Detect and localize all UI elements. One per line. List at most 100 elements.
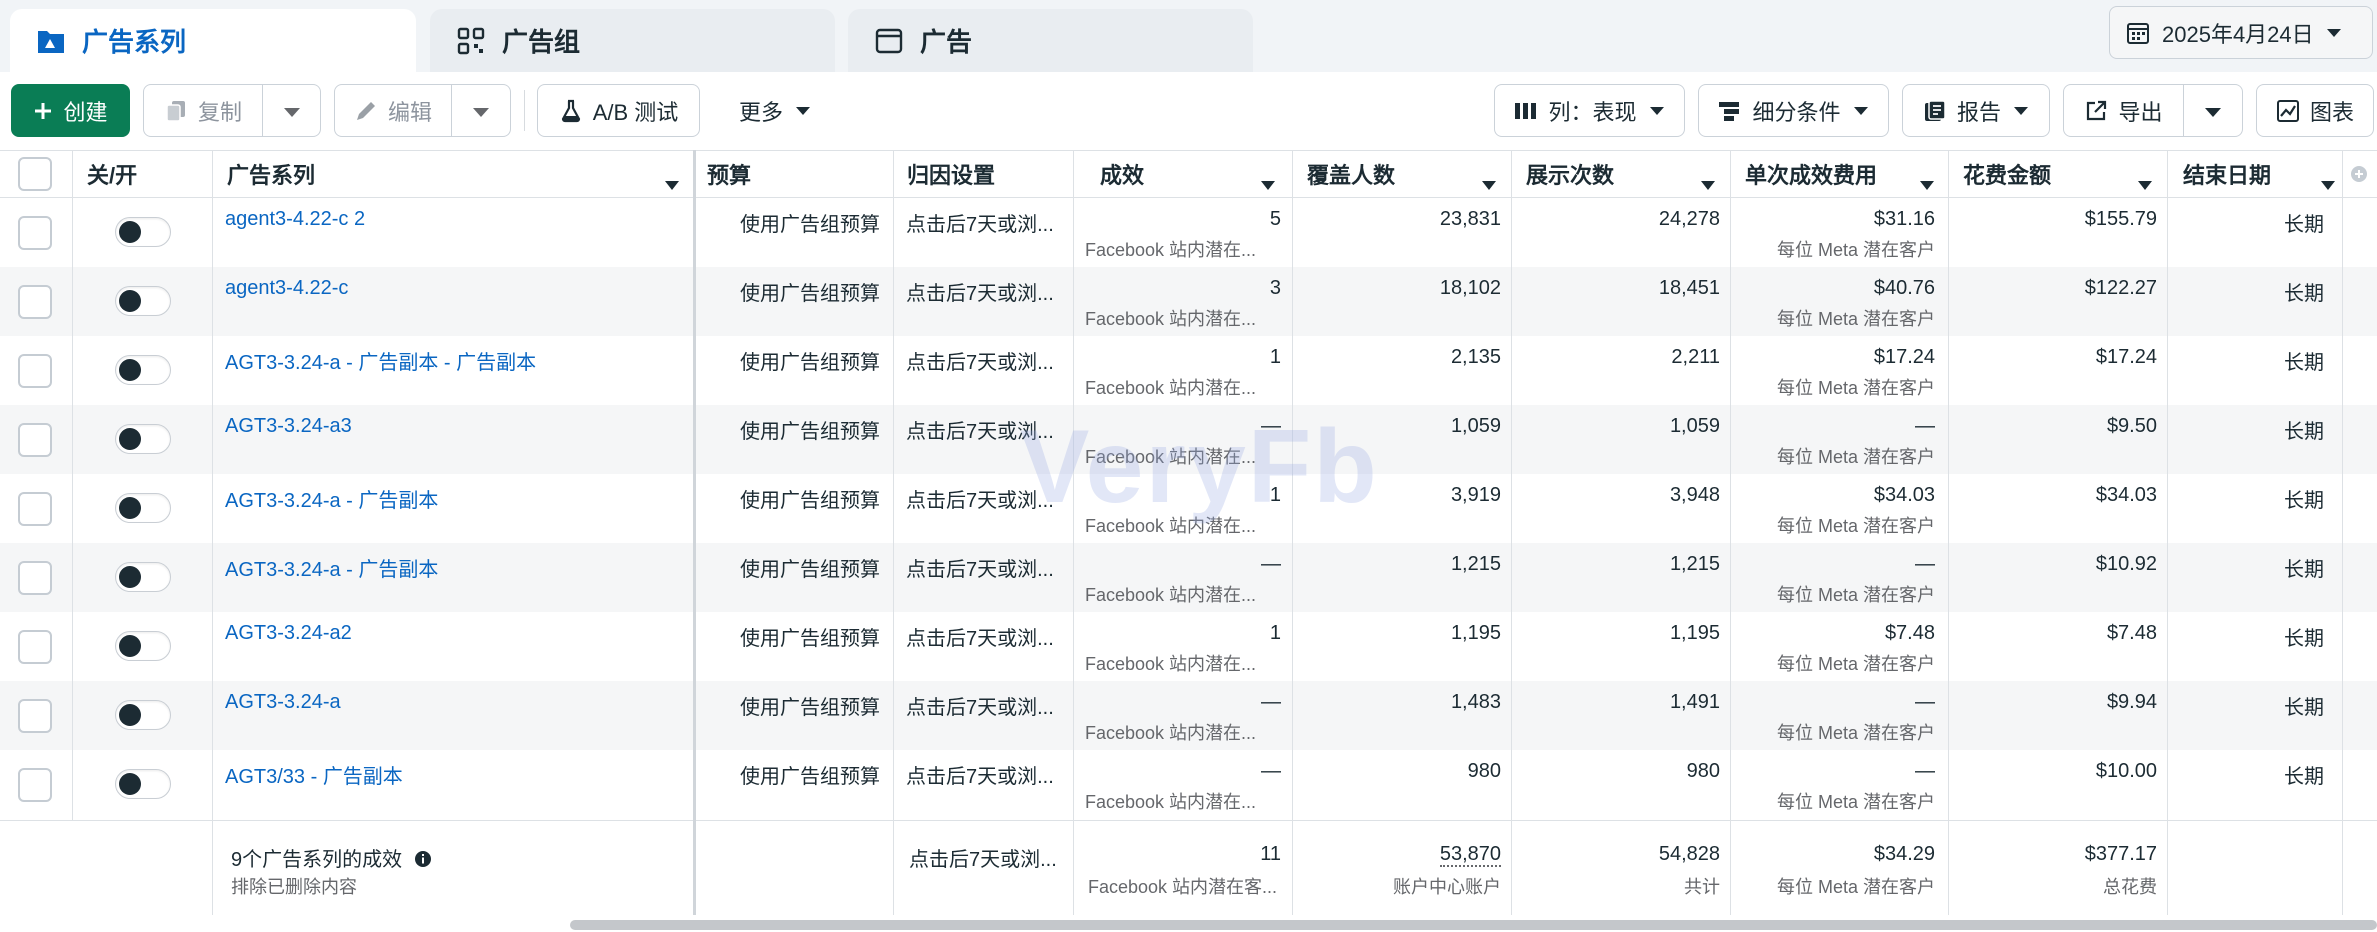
results-cell: 1: [1269, 346, 1281, 368]
select-all-checkbox[interactable]: [18, 157, 52, 191]
row-checkbox[interactable]: [18, 354, 52, 388]
header-results[interactable]: 成效: [1100, 150, 1289, 198]
campaign-toggle[interactable]: [115, 769, 171, 799]
columns-button[interactable]: 列：表现: [1494, 84, 1685, 137]
column-divider: [1948, 150, 1949, 915]
campaign-name-link[interactable]: agent3-4.22-c 2: [225, 208, 365, 231]
row-checkbox[interactable]: [18, 216, 52, 250]
header-toggle[interactable]: 关/开: [87, 150, 207, 198]
tab-campaigns[interactable]: 广告系列: [10, 9, 416, 72]
row-checkbox[interactable]: [18, 768, 52, 802]
header-reach[interactable]: 覆盖人数: [1307, 150, 1510, 198]
calendar-icon: [2126, 21, 2150, 45]
summary-reach-sub: 账户中心账户: [1393, 877, 1501, 897]
campaign-name-link[interactable]: AGT3-3.24-a3: [225, 415, 352, 438]
row-checkbox[interactable]: [18, 492, 52, 526]
campaign-toggle[interactable]: [115, 217, 171, 247]
summary-reach-value[interactable]: 53,870: [1439, 843, 1501, 867]
header-impressions[interactable]: 展示次数: [1526, 150, 1729, 198]
impressions-cell: 1,215: [1669, 553, 1720, 575]
attribution-cell: 点击后7天或浏...: [906, 352, 1054, 374]
header-top-border: [0, 150, 2377, 151]
create-button[interactable]: 创建: [11, 84, 130, 137]
amount-spent-cell: $9.50: [2106, 415, 2157, 437]
campaign-toggle[interactable]: [115, 286, 171, 316]
campaign-toggle[interactable]: [115, 562, 171, 592]
amount-spent-cell: $122.27: [2084, 277, 2157, 299]
campaign-name-link[interactable]: AGT3-3.24-a: [225, 691, 341, 714]
reports-button[interactable]: 报告: [1902, 84, 2050, 137]
row-checkbox[interactable]: [18, 699, 52, 733]
ab-test-button[interactable]: A/B 测试: [537, 84, 700, 137]
header-amount-spent[interactable]: 花费金额: [1963, 150, 2166, 198]
info-icon[interactable]: [414, 850, 432, 874]
end-date-cell: 长期: [2284, 490, 2324, 512]
header-name[interactable]: 广告系列: [227, 150, 693, 198]
campaign-toggle[interactable]: [115, 631, 171, 661]
tab-ads[interactable]: 广告: [848, 9, 1253, 72]
toggle-knob: [119, 221, 141, 243]
campaign-name-link[interactable]: AGT3-3.24-a - 广告副本 - 广告副本: [225, 346, 536, 375]
campaign-name-link[interactable]: AGT3/33 - 广告副本: [225, 760, 403, 789]
campaign-toggle[interactable]: [115, 700, 171, 730]
header-label: 关/开: [87, 163, 138, 188]
duplicate-dropdown-button[interactable]: [263, 84, 321, 137]
budget-cell: 使用广告组预算: [740, 283, 880, 305]
table-row[interactable]: AGT3/33 - 广告副本 使用广告组预算 点击后7天或浏... — Facebook…: [0, 750, 2377, 819]
cost-per-result-cell: $40.76: [1873, 277, 1935, 299]
campaign-name-link[interactable]: AGT3-3.24-a2: [225, 622, 352, 645]
attribution-cell: 点击后7天或浏...: [906, 628, 1054, 650]
summary-top-border: [0, 820, 2377, 821]
header-end-date[interactable]: 结束日期: [2183, 150, 2349, 198]
campaign-toggle[interactable]: [115, 355, 171, 385]
campaign-name-link[interactable]: AGT3-3.24-a - 广告副本: [225, 484, 438, 513]
toolbar: 创建 复制 编辑 A/B 测试 更多 列：表现 细分条件 报告 导出 图表: [0, 72, 2377, 152]
flask-icon: [559, 99, 583, 123]
ad-window-icon: [874, 26, 904, 56]
duplicate-button[interactable]: 复制: [143, 84, 263, 137]
more-button[interactable]: 更多: [720, 84, 830, 137]
amount-spent-cell: $10.00: [2095, 760, 2157, 782]
table-row[interactable]: AGT3-3.24-a2 使用广告组预算 点击后7天或浏... 1 Facebook 站…: [0, 612, 2377, 681]
campaign-name-link[interactable]: AGT3-3.24-a - 广告副本: [225, 553, 438, 582]
cost-per-result-type: 每位 Meta 潜在客户: [1776, 240, 1935, 260]
horizontal-scrollbar[interactable]: [570, 920, 2377, 930]
export-dropdown-button[interactable]: [2184, 84, 2243, 137]
edit-button[interactable]: 编辑: [334, 84, 452, 137]
campaign-name-link[interactable]: agent3-4.22-c: [225, 277, 348, 300]
cost-per-result-cell: —: [1915, 415, 1935, 437]
campaign-toggle[interactable]: [115, 424, 171, 454]
sort-arrow-icon: [1261, 170, 1275, 196]
tab-ad-sets[interactable]: 广告组: [430, 9, 835, 72]
header-attribution[interactable]: 归因设置: [907, 150, 1067, 198]
header-cost-per-result[interactable]: 单次成效费用: [1745, 150, 1948, 198]
attribution-cell: 点击后7天或浏...: [906, 559, 1054, 581]
charts-button[interactable]: 图表: [2256, 84, 2374, 137]
header-budget[interactable]: 预算: [707, 150, 887, 198]
breakdown-button[interactable]: 细分条件: [1698, 84, 1889, 137]
row-checkbox[interactable]: [18, 423, 52, 457]
column-divider: [1292, 150, 1293, 915]
header-select-all: [0, 150, 72, 198]
row-checkbox[interactable]: [18, 630, 52, 664]
cost-per-result-cell: —: [1915, 553, 1935, 575]
table-row[interactable]: AGT3-3.24-a 使用广告组预算 点击后7天或浏... — Facebook 站内…: [0, 681, 2377, 750]
row-checkbox[interactable]: [18, 561, 52, 595]
reach-cell: 2,135: [1450, 346, 1501, 368]
row-checkbox[interactable]: [18, 285, 52, 319]
frozen-column-divider: [693, 150, 696, 915]
summary-reach: 53,870: [1300, 843, 1501, 867]
table-row[interactable]: agent3-4.22-c 使用广告组预算 点击后7天或浏... 3 Facebook …: [0, 267, 2377, 336]
date-range-picker[interactable]: 2025年4月24日: [2109, 6, 2373, 59]
add-column-icon[interactable]: [2350, 150, 2374, 198]
results-type: Facebook 站内潜在...: [1085, 723, 1257, 743]
edit-dropdown-button[interactable]: [452, 84, 511, 137]
campaign-toggle[interactable]: [115, 493, 171, 523]
table-row[interactable]: agent3-4.22-c 2 使用广告组预算 点击后7天或浏... 5 Faceboo…: [0, 198, 2377, 267]
export-button[interactable]: 导出: [2063, 84, 2184, 137]
table-row[interactable]: AGT3-3.24-a - 广告副本 - 广告副本 使用广告组预算 点击后7天或浏.…: [0, 336, 2377, 405]
table-row[interactable]: AGT3-3.24-a - 广告副本 使用广告组预算 点击后7天或浏... — Face…: [0, 543, 2377, 612]
cost-per-result-type: 每位 Meta 潜在客户: [1776, 447, 1935, 467]
reach-cell: 1,195: [1450, 622, 1501, 644]
results-type: Facebook 站内潜在...: [1085, 792, 1257, 812]
